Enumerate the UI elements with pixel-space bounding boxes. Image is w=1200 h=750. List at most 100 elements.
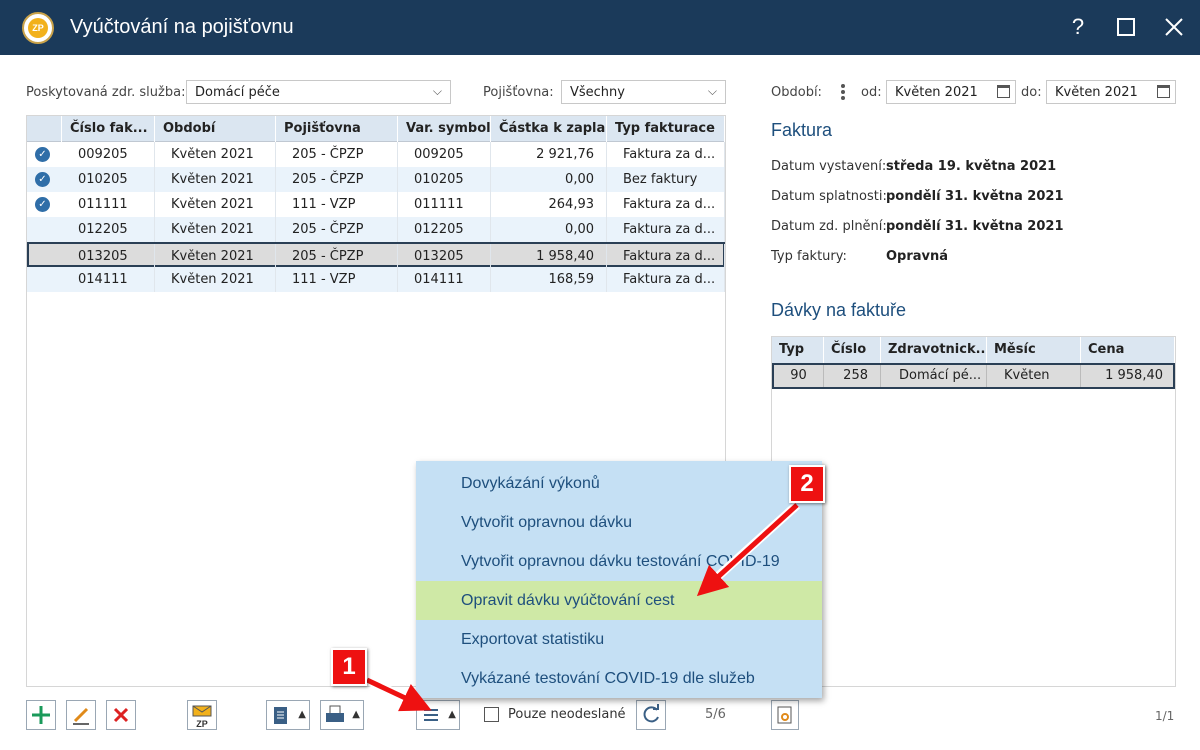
calendar-icon[interactable]	[1157, 85, 1170, 98]
cell-type: Faktura za d...	[607, 267, 725, 292]
to-date-input[interactable]: Květen 2021	[1046, 80, 1176, 104]
insurer-select[interactable]: Všechny ⌵	[561, 80, 726, 104]
close-icon[interactable]	[1161, 14, 1187, 40]
batches-section-title: Dávky na faktuře	[771, 300, 907, 320]
batches-grid-header: Typ Číslo Zdravotnick... Měsíc Cena	[772, 337, 1175, 363]
cell-period: Květen 2021	[155, 142, 276, 167]
chevron-down-icon: ⌵	[432, 84, 442, 98]
annotation-badge-1: 1	[331, 648, 367, 686]
invoice-type-label: Typ faktury:	[771, 249, 847, 264]
only-unsent-label: Pouze neodeslané	[508, 707, 626, 722]
more-actions-menu: Dovykázání výkonů Vytvořit opravnou dávku…	[416, 461, 822, 698]
service-select[interactable]: Domácí péče ⌵	[186, 80, 451, 104]
batch-column-number[interactable]: Číslo	[824, 337, 881, 363]
cell-vs: 011111	[398, 192, 491, 217]
checkmark-icon[interactable]: ✓	[35, 197, 50, 212]
to-label: do:	[1021, 85, 1042, 100]
cell-type: Faktura za d...	[607, 142, 725, 167]
batch-row[interactable]: 90 258 Domácí pé... Květen 1 958,40	[772, 363, 1175, 389]
column-header-var-symbol[interactable]: Var. symbol	[398, 116, 491, 142]
table-row[interactable]: 013205 Květen 2021 205 - ČPZP 013205 1 958,4…	[27, 242, 725, 269]
maximize-icon[interactable]	[1113, 14, 1139, 40]
preview-button[interactable]	[771, 700, 799, 730]
caret-up-icon: ▲	[448, 709, 456, 720]
send-zp-button[interactable]: ZP	[187, 700, 217, 730]
batch-column-type[interactable]: Typ	[772, 337, 824, 363]
menu-item[interactable]: Exportovat statistiku	[416, 620, 822, 659]
cell-amount: 2 921,76	[491, 142, 607, 167]
service-value: Domácí péče	[195, 85, 280, 100]
batch-column-facility[interactable]: Zdravotnick...	[881, 337, 987, 363]
calendar-icon[interactable]	[997, 85, 1010, 98]
cell-vs: 009205	[398, 142, 491, 167]
cell-period: Květen 2021	[155, 167, 276, 192]
cell-number: 010205	[62, 167, 155, 192]
menu-item[interactable]: Dovykázání výkonů	[416, 464, 822, 503]
menu-item[interactable]: Vytvořit opravnou dávku	[416, 503, 822, 542]
more-actions-button[interactable]: ▲	[416, 700, 460, 730]
cell-insurer: 111 - VZP	[276, 267, 398, 292]
menu-item[interactable]: Opravit dávku vyúčtování cest	[416, 581, 822, 620]
cell-vs: 013205	[398, 244, 491, 269]
batch-number: 258	[824, 365, 881, 387]
menu-item[interactable]: Vykázané testování COVID-19 dle služeb	[416, 659, 822, 698]
checkmark-icon[interactable]: ✓	[35, 147, 50, 162]
table-row[interactable]: ✓ 010205 Květen 2021 205 - ČPZP 010205 0,00 Be…	[27, 167, 725, 192]
envelope-zp-icon: ZP	[192, 705, 212, 729]
cell-period: Květen 2021	[155, 244, 276, 269]
only-unsent-checkbox[interactable]	[484, 707, 499, 722]
table-row[interactable]: ✓ 011111 Květen 2021 111 - VZP 011111 264,93 F…	[27, 192, 725, 217]
page-counter: 1/1	[1155, 709, 1175, 723]
cell-type: Faktura za d...	[607, 217, 725, 242]
edit-button[interactable]	[66, 700, 96, 730]
table-row[interactable]: 012205 Květen 2021 205 - ČPZP 012205 0,00 Fak…	[27, 217, 725, 242]
document-menu-button[interactable]: ▲	[266, 700, 310, 730]
batches-grid[interactable]: Typ Číslo Zdravotnick... Měsíc Cena 90 2…	[771, 336, 1176, 687]
caret-up-icon: ▲	[352, 709, 360, 720]
insurer-value: Všechny	[570, 85, 625, 100]
cell-amount: 168,59	[491, 267, 607, 292]
pencil-icon	[73, 707, 89, 725]
cell-amount: 264,93	[491, 192, 607, 217]
cell-insurer: 205 - ČPZP	[276, 244, 398, 269]
column-header-period[interactable]: Období	[155, 116, 276, 142]
cell-number: 014111	[62, 267, 155, 292]
supply-date-value: pondělí 31. května 2021	[886, 219, 1064, 234]
batch-column-price[interactable]: Cena	[1081, 337, 1175, 363]
period-options-icon[interactable]	[840, 82, 846, 102]
column-header-insurer[interactable]: Pojišťovna	[276, 116, 398, 142]
cell-type: Bez faktury	[607, 167, 725, 192]
add-button[interactable]	[26, 700, 56, 730]
cell-number: 009205	[62, 142, 155, 167]
batch-price: 1 958,40	[1105, 368, 1163, 383]
table-row[interactable]: 014111 Květen 2021 111 - VZP 014111 168,59 Fa…	[27, 267, 725, 292]
checkmark-icon[interactable]: ✓	[35, 172, 50, 187]
column-header-invoice-type[interactable]: Typ fakturace	[607, 116, 725, 142]
issue-date-value: středa 19. května 2021	[886, 159, 1057, 174]
cell-amount: 0,00	[491, 167, 607, 192]
from-date-input[interactable]: Květen 2021	[886, 80, 1016, 104]
app-logo-text: ZP	[28, 18, 48, 38]
delete-button[interactable]	[106, 700, 136, 730]
issue-date-label: Datum vystavení:	[771, 159, 887, 174]
printer-icon	[326, 705, 344, 722]
cell-insurer: 111 - VZP	[276, 192, 398, 217]
print-menu-button[interactable]: ▲	[320, 700, 364, 730]
help-icon[interactable]: ?	[1065, 14, 1091, 40]
table-row[interactable]: ✓ 009205 Květen 2021 205 - ČPZP 009205 2 921,…	[27, 142, 725, 167]
delete-x-icon	[113, 707, 129, 723]
cell-amount: 0,00	[491, 217, 607, 242]
refresh-button[interactable]	[636, 700, 666, 730]
record-counter: 5/6	[705, 707, 726, 722]
cell-number: 013205	[62, 244, 155, 269]
menu-item[interactable]: Vytvořit opravnou dávku testování COVID-…	[416, 542, 822, 581]
cell-number: 012205	[62, 217, 155, 242]
batch-column-month[interactable]: Měsíc	[987, 337, 1081, 363]
column-header-amount[interactable]: Částka k zapla...	[491, 116, 607, 142]
chevron-down-icon: ⌵	[707, 84, 717, 98]
cell-type: Faktura za d...	[607, 244, 725, 269]
batch-type: 90	[774, 365, 824, 387]
column-header-number[interactable]: Číslo fak... ▲	[62, 116, 155, 142]
select-column-header[interactable]	[27, 116, 62, 142]
due-date-label: Datum splatnosti:	[771, 189, 887, 204]
